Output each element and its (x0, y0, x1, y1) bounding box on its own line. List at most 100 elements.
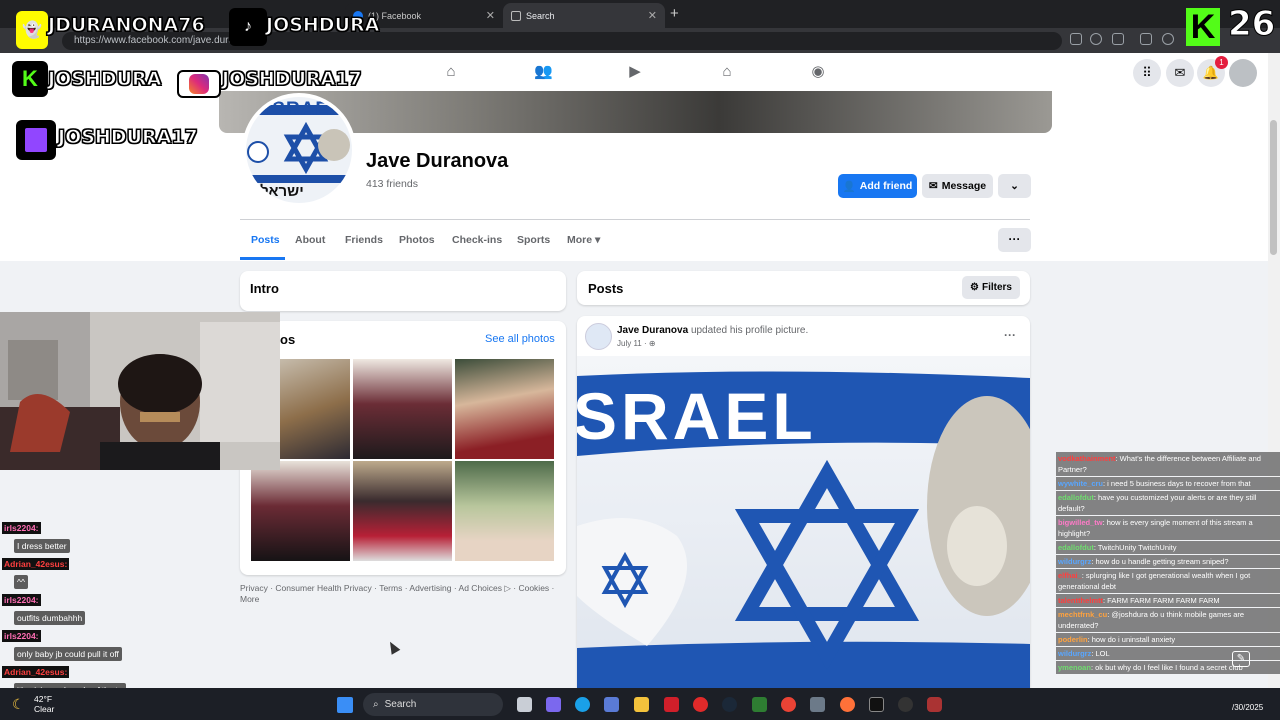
friends-icon[interactable]: 👥 (534, 64, 553, 80)
xbox-icon[interactable] (752, 697, 767, 712)
photo-thumbnail[interactable] (455, 359, 554, 459)
file-explorer-icon[interactable] (634, 697, 649, 712)
post-author-avatar[interactable] (585, 323, 612, 350)
chrome-icon[interactable] (781, 697, 796, 712)
chat-username: elfhai_ (1058, 571, 1082, 580)
menu-grid-icon[interactable]: ⠿ (1133, 59, 1161, 87)
post-action: updated his profile picture. (690, 325, 809, 336)
chat-username: wildurgrz (1058, 557, 1092, 566)
kick-badge: K (1186, 8, 1220, 46)
tab-photos[interactable]: Photos (399, 234, 435, 246)
see-all-photos-link[interactable]: See all photos (485, 333, 555, 345)
scrollbar-thumb[interactable] (1270, 120, 1277, 255)
home-icon[interactable]: ⌂ (442, 64, 460, 80)
store-icon[interactable] (604, 697, 619, 712)
tab-sports[interactable]: Sports (517, 234, 550, 246)
chat-username: mechtfrnk_cu (1058, 610, 1108, 619)
chat-username: ymenoan (1058, 663, 1091, 672)
chat-line: vodkathainment: What's the difference be… (1056, 452, 1280, 476)
more-options-button[interactable]: ··· (998, 228, 1031, 252)
settings-icon[interactable] (810, 697, 825, 712)
new-tab-button[interactable]: + (670, 5, 679, 22)
webcam-feed (0, 312, 280, 470)
add-person-icon: 👤 (842, 180, 856, 193)
tab-posts[interactable]: Posts (251, 234, 280, 246)
chat-message: : splurging like I got generational weal… (1058, 571, 1251, 591)
groups-icon[interactable]: ◉ (809, 64, 827, 80)
filters-button[interactable]: ⚙ Filters (962, 276, 1020, 299)
marketplace-icon[interactable]: ⌂ (718, 64, 736, 80)
chat-message: : how do i uninstall anxiety (1087, 635, 1176, 644)
chat-username: poderlin (1058, 635, 1088, 644)
post-image[interactable]: SRAEL (577, 356, 1030, 688)
task-view-icon[interactable] (517, 697, 532, 712)
chat-line: elfhai_: splurging like I got generation… (1056, 569, 1280, 593)
divider (240, 219, 1030, 220)
message-button[interactable]: ✉ Message (922, 174, 993, 198)
friend-count[interactable]: 413 friends (366, 178, 418, 190)
tab-friends[interactable]: Friends (345, 234, 383, 246)
refresh-icon[interactable] (1112, 33, 1124, 45)
tab-more[interactable]: More ▾ (567, 234, 600, 246)
copilot-icon[interactable] (546, 697, 561, 712)
chat-message: : i need 5 business days to recover from… (1103, 479, 1251, 488)
account-avatar[interactable] (1229, 59, 1257, 87)
footer-links[interactable]: Privacy · Consumer Health Privacy · Term… (240, 583, 566, 605)
active-tab-indicator (240, 257, 285, 260)
star-icon[interactable] (1090, 33, 1102, 45)
edge-icon[interactable] (575, 697, 590, 712)
twitch-handle: JOSHDURA17 (58, 126, 199, 149)
post-author[interactable]: Jave Duranova (617, 325, 688, 336)
close-icon[interactable]: ✕ (648, 9, 657, 22)
firefox-icon[interactable] (840, 697, 855, 712)
tab-check-ins[interactable]: Check-ins (452, 234, 502, 246)
snapchat-icon: 👻 (16, 11, 48, 49)
chat-username: irls2204: (2, 522, 41, 534)
steam-icon[interactable] (722, 697, 737, 712)
profile-picture[interactable]: ISRAEL ישראל (242, 93, 356, 207)
kick-handle: JOSHDURA (47, 68, 162, 91)
photo-thumbnail[interactable] (455, 461, 554, 561)
edit-icon[interactable]: ✎ (1232, 651, 1250, 667)
app-icon[interactable] (664, 697, 679, 712)
chat-username: edallofdut (1058, 543, 1094, 552)
post-date[interactable]: July 11 · ⊕ (617, 339, 656, 348)
more-options-button[interactable]: ⌄ (998, 174, 1031, 198)
post-options-button[interactable]: ··· (1004, 328, 1016, 342)
video-icon[interactable]: ▶ (626, 64, 644, 80)
media-player-icon[interactable] (927, 697, 942, 712)
puzzle-icon[interactable] (1140, 33, 1152, 45)
chat-line: talentthelmtt: FARM FARM FARM FARM FARM (1056, 594, 1280, 607)
tab-about[interactable]: About (295, 234, 325, 246)
weather-widget[interactable]: 42°F Clear (34, 694, 54, 714)
chat-line: bigwilled_tw: how is every single moment… (1056, 516, 1280, 540)
avatar-hebrew-text: ישראל (260, 183, 304, 200)
profile-name: Jave Duranova (366, 150, 509, 172)
globe-icon: ⊕ (648, 339, 656, 348)
favorites-icon[interactable] (1162, 33, 1174, 45)
photo-thumbnail[interactable] (353, 461, 452, 561)
post-image-text: SRAEL (577, 379, 817, 453)
tab-search[interactable]: Search ✕ (503, 3, 665, 28)
messenger-icon[interactable]: ✉ (1166, 59, 1194, 87)
close-icon[interactable]: ✕ (486, 9, 495, 22)
photo-thumbnail[interactable] (251, 461, 350, 561)
chat-username: wywhite_cru (1058, 479, 1104, 488)
taskbar-search[interactable]: ⌕ Search (363, 693, 503, 716)
chat-message: : LOL (1091, 649, 1110, 658)
epic-games-icon[interactable] (869, 697, 884, 712)
posts-title: Posts (588, 281, 624, 296)
url-bar[interactable]: https://www.facebook.com/jave.duran (62, 32, 1062, 50)
photo-thumbnail[interactable] (353, 359, 452, 459)
chat-username: Adrian_42esus: (2, 558, 70, 570)
windows-start-icon[interactable] (337, 697, 353, 713)
opera-icon[interactable] (693, 697, 708, 712)
chat-line: edallofdut: have you customized your ale… (1056, 491, 1280, 515)
add-friend-button[interactable]: 👤 Add friend (838, 174, 917, 198)
mouse-cursor (385, 639, 401, 655)
obs-icon[interactable] (898, 697, 913, 712)
extension-icon[interactable] (1070, 33, 1082, 45)
chat-message: : TwitchUnity TwitchUnity (1093, 543, 1177, 552)
chat-username: bigwilled_tw (1058, 518, 1103, 527)
page-icon (511, 10, 521, 21)
